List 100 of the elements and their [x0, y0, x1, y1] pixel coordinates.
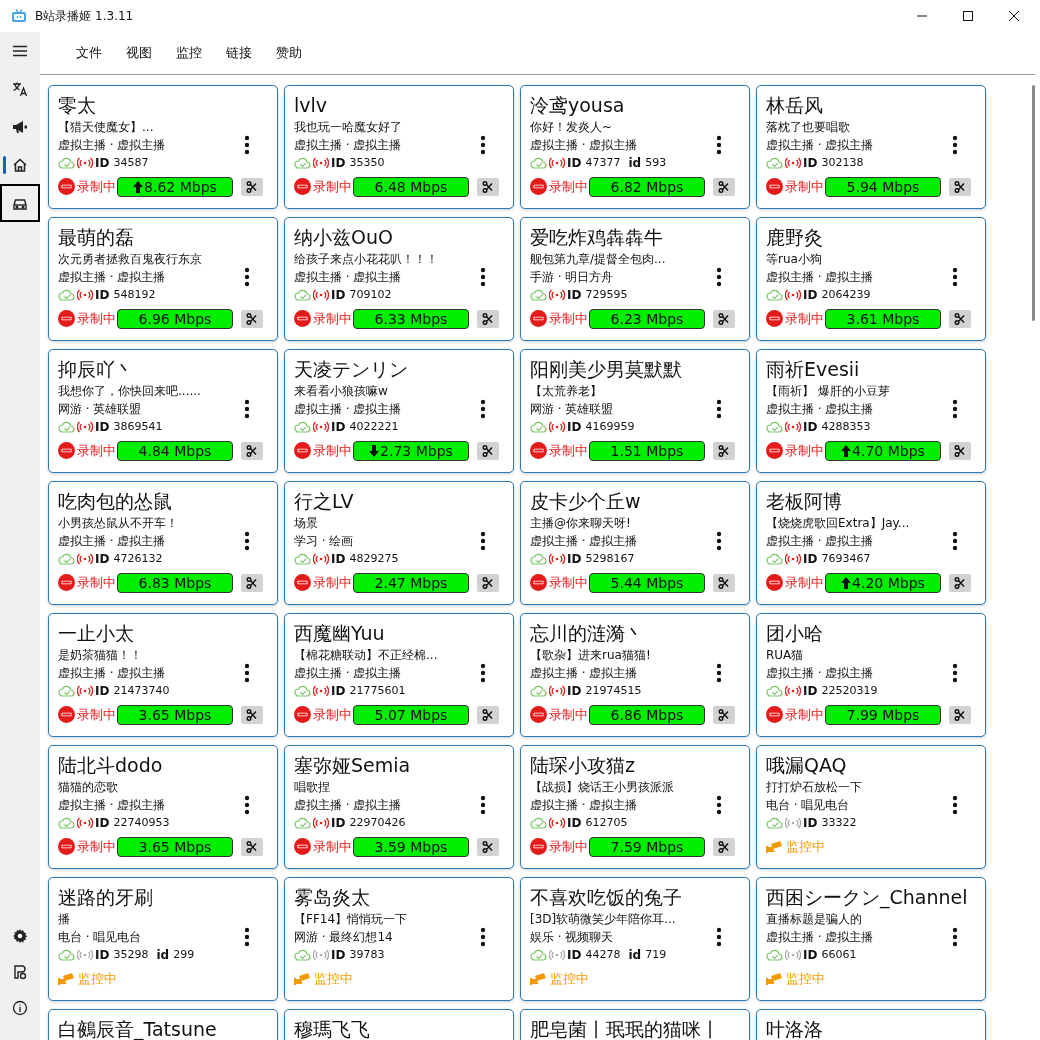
more-icon[interactable] [952, 794, 958, 815]
maximize-icon[interactable] [962, 10, 974, 22]
monitoring-status: 监控中 [314, 969, 353, 988]
more-icon[interactable] [480, 926, 486, 947]
more-icon[interactable] [480, 398, 486, 419]
cloud-check-icon [294, 816, 312, 829]
scissors-button[interactable] [949, 441, 971, 460]
recording-status: 录制中 [313, 573, 352, 592]
more-icon[interactable] [480, 266, 486, 287]
scissors-button[interactable] [949, 705, 971, 724]
stream-title: 你好！发炎人~ [530, 119, 614, 136]
room-id: 21974515 [585, 684, 642, 697]
more-icon[interactable] [480, 662, 486, 683]
scissors-button[interactable] [477, 309, 499, 328]
stream-title: 【棉花糖联动】不正经棉... [294, 647, 439, 664]
more-icon[interactable] [244, 530, 250, 551]
camera-icon [530, 971, 548, 986]
menu-item[interactable]: 赞助 [276, 44, 302, 62]
camera-icon [766, 971, 784, 986]
monitoring-status: 监控中 [78, 969, 117, 988]
nav-button[interactable] [0, 184, 40, 222]
scissors-button[interactable] [949, 309, 971, 328]
more-icon[interactable] [716, 662, 722, 683]
more-icon[interactable] [480, 794, 486, 815]
more-icon[interactable] [952, 266, 958, 287]
bitrate-bar: 8.62 Mbps [117, 176, 233, 197]
more-icon[interactable] [952, 134, 958, 155]
stream-title: 直播标题是骗人的 [766, 911, 863, 928]
room-id: 4288353 [821, 420, 871, 433]
more-icon[interactable] [716, 530, 722, 551]
menu-item[interactable]: 监控 [176, 44, 202, 62]
close-icon[interactable] [1008, 10, 1020, 22]
menu-item[interactable]: 链接 [226, 44, 252, 62]
bitrate-bar: 6.96 Mbps [117, 308, 233, 329]
room-id: 35350 [349, 156, 385, 169]
record-icon [58, 310, 75, 327]
cloud-check-icon [58, 552, 76, 565]
scissors-button[interactable] [241, 177, 263, 196]
more-icon[interactable] [480, 134, 486, 155]
scissors-button[interactable] [713, 177, 735, 196]
scissors-button[interactable] [713, 441, 735, 460]
short-id: 593 [645, 156, 667, 169]
more-icon[interactable] [244, 134, 250, 155]
stream-title: 【雨祈】 爆肝的小豆芽 [766, 383, 891, 400]
scissors-button[interactable] [477, 441, 499, 460]
scissors-button[interactable] [241, 705, 263, 724]
record-icon [58, 442, 75, 459]
record-icon [530, 706, 547, 723]
scissors-button[interactable] [477, 837, 499, 856]
scissors-button[interactable] [949, 573, 971, 592]
more-icon[interactable] [716, 926, 722, 947]
more-icon[interactable] [480, 530, 486, 551]
more-icon[interactable] [952, 926, 958, 947]
streamer-name: 老板阿博 [766, 489, 843, 514]
stream-category: 电台 · 唱见电台 [766, 797, 851, 814]
more-icon[interactable] [716, 794, 722, 815]
scissors-button[interactable] [713, 573, 735, 592]
more-icon[interactable] [952, 398, 958, 419]
scissors-button[interactable] [241, 441, 263, 460]
bitrate-bar: 3.65 Mbps [117, 704, 233, 725]
more-icon[interactable] [716, 398, 722, 419]
cloud-check-icon [530, 552, 548, 565]
stream-category: 虚拟主播 · 虚拟主播 [766, 665, 875, 682]
id-label: ID [567, 815, 582, 830]
more-icon[interactable] [244, 926, 250, 947]
scissors-button[interactable] [949, 177, 971, 196]
scissors-button[interactable] [477, 177, 499, 196]
menu-item[interactable]: 视图 [126, 44, 152, 62]
more-icon[interactable] [244, 266, 250, 287]
recording-status: 录制中 [549, 441, 588, 460]
room-id: 34587 [113, 156, 149, 169]
more-icon[interactable] [716, 134, 722, 155]
scissors-button[interactable] [713, 837, 735, 856]
id-label: ID [331, 551, 346, 566]
scissors-button[interactable] [477, 573, 499, 592]
room-id: 7693467 [821, 552, 871, 565]
more-icon[interactable] [952, 662, 958, 683]
more-icon[interactable] [244, 662, 250, 683]
recording-status: 录制中 [549, 573, 588, 592]
scissors-button[interactable] [241, 837, 263, 856]
more-icon[interactable] [716, 266, 722, 287]
more-icon[interactable] [244, 794, 250, 815]
stream-title: 次元勇者拯救百鬼夜行东京 [58, 251, 203, 268]
more-icon[interactable] [952, 530, 958, 551]
record-icon [58, 178, 75, 195]
more-icon[interactable] [244, 398, 250, 419]
scissors-button[interactable] [713, 309, 735, 328]
menu-item[interactable]: 文件 [76, 44, 102, 62]
record-icon [530, 310, 547, 327]
scissors-button[interactable] [241, 309, 263, 328]
scissors-button[interactable] [241, 573, 263, 592]
id-label: ID [331, 287, 346, 302]
stream-category: 虚拟主播 · 虚拟主播 [766, 269, 875, 286]
scrollbar-thumb[interactable] [1032, 85, 1035, 321]
stream-category: 娱乐 · 视频聊天 [530, 929, 615, 946]
scissors-button[interactable] [477, 705, 499, 724]
stream-title: [3D]软萌微笑少年陪你耳... [530, 911, 677, 928]
streamer-name: 皮卡少个丘w [530, 489, 642, 514]
scissors-button[interactable] [713, 705, 735, 724]
cloud-check-icon [530, 948, 548, 961]
